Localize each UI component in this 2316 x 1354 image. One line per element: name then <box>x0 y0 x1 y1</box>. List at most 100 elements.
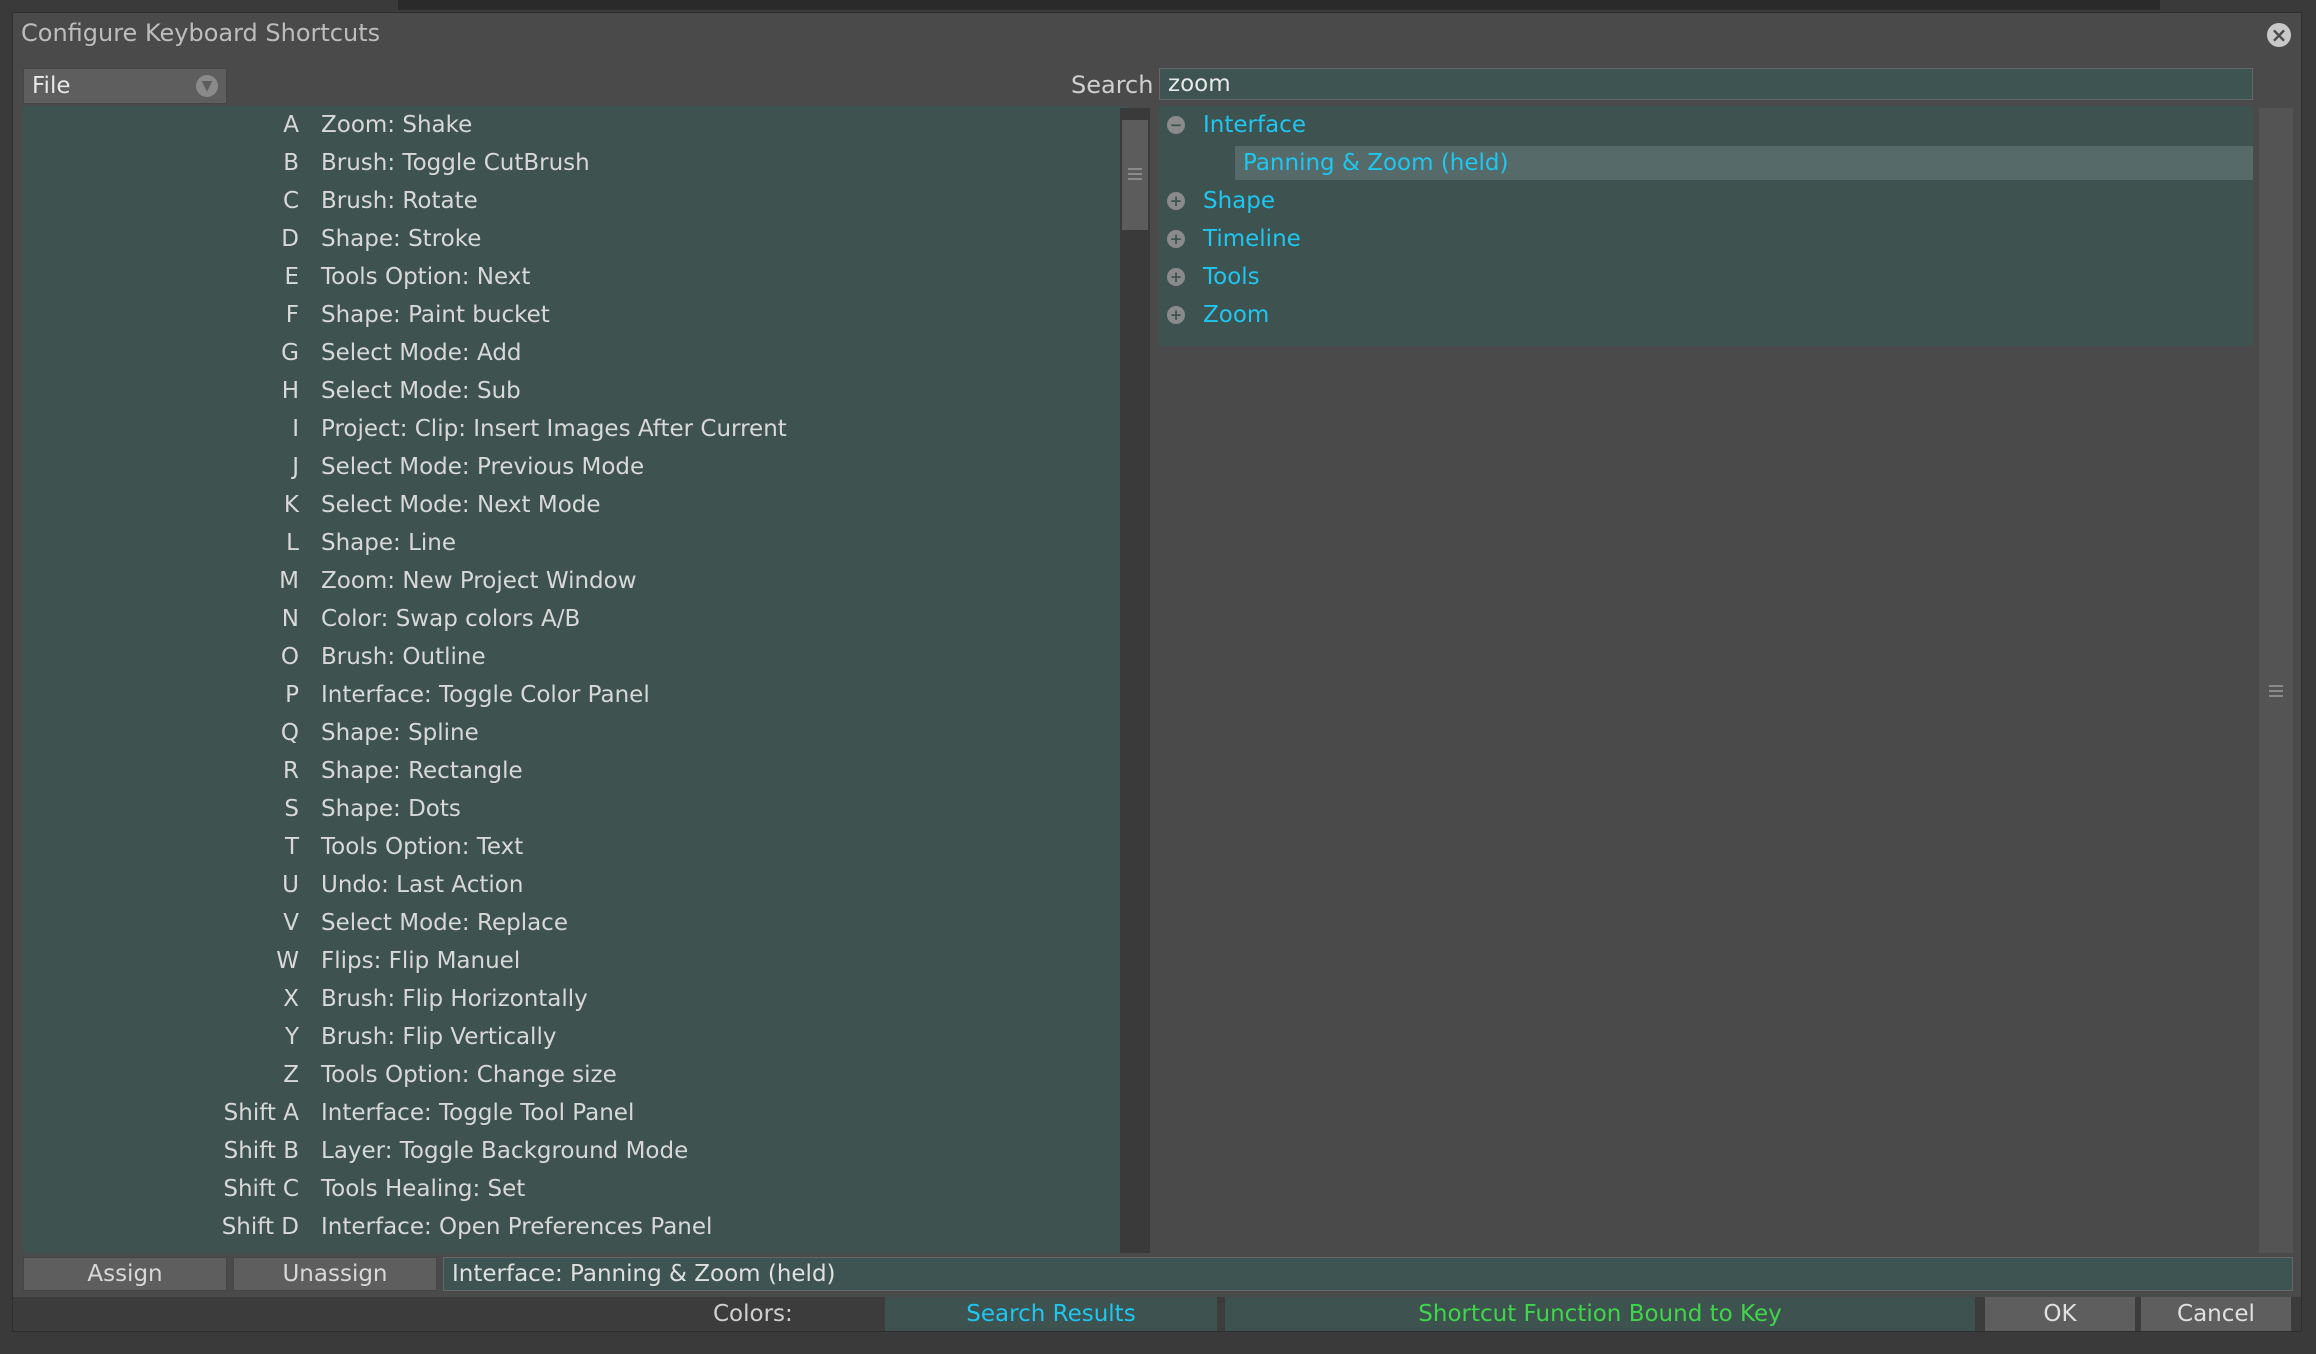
collapse-icon[interactable]: − <box>1167 116 1185 134</box>
shortcut-row[interactable]: I Project: Clip: Insert Images After Curr… <box>23 410 1129 448</box>
shortcut-function: Flips: Flip Manuel <box>321 948 521 974</box>
expand-icon[interactable]: + <box>1167 230 1185 248</box>
search-results-swatch: Search Results <box>885 1297 1217 1331</box>
shortcut-function: Shape: Rectangle <box>321 758 523 784</box>
shortcut-row[interactable]: L Shape: Line <box>23 524 1129 562</box>
shortcut-function: Tools Option: Text <box>321 834 524 860</box>
scrollbar-thumb[interactable] <box>1122 120 1148 230</box>
shortcut-function: Shape: Dots <box>321 796 461 822</box>
shortcut-row[interactable]: J Select Mode: Previous Mode <box>23 448 1129 486</box>
shortcut-function: Select Mode: Sub <box>321 378 521 404</box>
shortcut-key: V <box>283 910 299 936</box>
shortcut-row[interactable]: Shift D Interface: Open Preferences Panel <box>23 1208 1129 1246</box>
shortcut-row[interactable]: C Brush: Rotate <box>23 182 1129 220</box>
shortcut-key: A <box>283 112 299 138</box>
shortcut-row[interactable]: E Tools Option: Next <box>23 258 1129 296</box>
shortcut-function: Select Mode: Next Mode <box>321 492 601 518</box>
shortcut-function: Shape: Line <box>321 530 457 556</box>
tree-item[interactable]: Panning & Zoom (held) <box>1159 144 2253 182</box>
unassign-button[interactable]: Unassign <box>233 1257 437 1291</box>
grip-icon <box>1128 173 1142 175</box>
shortcut-function: Brush: Flip Vertically <box>321 1024 557 1050</box>
assign-button[interactable]: Assign <box>23 1257 227 1291</box>
shortcut-row[interactable]: Shift A Interface: Toggle Tool Panel <box>23 1094 1129 1132</box>
tree-category[interactable]: − Interface <box>1159 106 2253 144</box>
shortcut-function: Brush: Outline <box>321 644 486 670</box>
search-label: Search <box>1071 71 1154 99</box>
ok-button[interactable]: OK <box>1985 1297 2135 1331</box>
cancel-button[interactable]: Cancel <box>2141 1297 2291 1331</box>
shortcut-row[interactable]: M Zoom: New Project Window <box>23 562 1129 600</box>
search-input[interactable] <box>1159 68 2253 100</box>
shortcut-row[interactable]: D Shape: Stroke <box>23 220 1129 258</box>
expand-icon[interactable]: + <box>1167 306 1185 324</box>
shortcut-row[interactable]: V Select Mode: Replace <box>23 904 1129 942</box>
shortcut-function: Project: Clip: Insert Images After Curre… <box>321 416 787 442</box>
tree-label: Zoom <box>1203 302 1270 328</box>
shortcut-key: O <box>280 644 299 670</box>
tree-category[interactable]: + Timeline <box>1159 220 2253 258</box>
shortcut-row[interactable]: Z Tools Option: Change size <box>23 1056 1129 1094</box>
shortcut-row[interactable]: U Undo: Last Action <box>23 866 1129 904</box>
shortcut-function: Color: Swap colors A/B <box>321 606 581 632</box>
shortcut-row[interactable]: H Select Mode: Sub <box>23 372 1129 410</box>
expand-icon[interactable]: + <box>1167 268 1185 286</box>
bound-key-swatch: Shortcut Function Bound to Key <box>1225 1297 1975 1331</box>
shortcut-row[interactable]: P Interface: Toggle Color Panel <box>23 676 1129 714</box>
shortcut-function: Select Mode: Previous Mode <box>321 454 645 480</box>
shortcut-function: Brush: Flip Horizontally <box>321 986 588 1012</box>
shortcut-row[interactable]: T Tools Option: Text <box>23 828 1129 866</box>
shortcut-function: Undo: Last Action <box>321 872 524 898</box>
shortcut-row[interactable]: O Brush: Outline <box>23 638 1129 676</box>
shortcut-list: A Zoom: Shake B Brush: Toggle CutBrush C Brus… <box>23 106 1129 1253</box>
shortcut-row[interactable]: F Shape: Paint bucket <box>23 296 1129 334</box>
shortcut-row[interactable]: Shift C Tools Healing: Set <box>23 1170 1129 1208</box>
shortcut-function: Tools Option: Change size <box>321 1062 617 1088</box>
function-tree-scrollbar[interactable] <box>2259 108 2293 1253</box>
tree-label: Shape <box>1203 188 1276 214</box>
category-dropdown-value: File <box>32 73 71 99</box>
shortcut-function: Brush: Toggle CutBrush <box>321 150 590 176</box>
shortcut-row[interactable]: Q Shape: Spline <box>23 714 1129 752</box>
shortcut-function: Interface: Open Preferences Panel <box>321 1214 713 1240</box>
shortcut-key: Shift A <box>223 1100 299 1126</box>
close-icon[interactable]: × <box>2267 23 2291 47</box>
shortcut-row[interactable]: Y Brush: Flip Vertically <box>23 1018 1129 1056</box>
tree-category[interactable]: + Tools <box>1159 258 2253 296</box>
shortcut-row[interactable]: G Select Mode: Add <box>23 334 1129 372</box>
background-strip <box>398 0 2160 10</box>
category-dropdown[interactable]: File ▼ <box>23 68 227 104</box>
shortcut-row[interactable]: X Brush: Flip Horizontally <box>23 980 1129 1018</box>
shortcut-function: Interface: Toggle Color Panel <box>321 682 650 708</box>
shortcut-key: Y <box>284 1024 299 1050</box>
shortcut-row[interactable]: A Zoom: Shake <box>23 106 1129 144</box>
shortcut-row[interactable]: K Select Mode: Next Mode <box>23 486 1129 524</box>
shortcut-function: Select Mode: Replace <box>321 910 568 936</box>
shortcut-key: X <box>283 986 299 1012</box>
shortcut-row[interactable]: Shift B Layer: Toggle Background Mode <box>23 1132 1129 1170</box>
shortcut-row[interactable]: W Flips: Flip Manuel <box>23 942 1129 980</box>
shortcut-function: Select Mode: Add <box>321 340 522 366</box>
shortcut-key: P <box>285 682 299 708</box>
expand-icon[interactable]: + <box>1167 192 1185 210</box>
shortcut-key: K <box>283 492 299 518</box>
shortcut-function: Layer: Toggle Background Mode <box>321 1138 689 1164</box>
shortcut-row[interactable]: R Shape: Rectangle <box>23 752 1129 790</box>
tree-label: Interface <box>1203 112 1306 138</box>
shortcut-key: G <box>281 340 299 366</box>
assigned-function-field: Interface: Panning & Zoom (held) <box>443 1257 2293 1291</box>
grip-icon <box>2269 690 2283 692</box>
shortcut-key: Shift D <box>221 1214 299 1240</box>
shortcut-row[interactable]: N Color: Swap colors A/B <box>23 600 1129 638</box>
shortcut-key: D <box>281 226 299 252</box>
shortcut-row[interactable]: S Shape: Dots <box>23 790 1129 828</box>
shortcut-list-scrollbar[interactable] <box>1120 108 1150 1253</box>
shortcut-key: S <box>284 796 299 822</box>
tree-category[interactable]: + Zoom <box>1159 296 2253 334</box>
shortcut-row[interactable]: B Brush: Toggle CutBrush <box>23 144 1129 182</box>
shortcut-key: J <box>292 454 299 480</box>
shortcut-function: Shape: Paint bucket <box>321 302 550 328</box>
grip-icon <box>2269 695 2283 697</box>
chevron-down-icon: ▼ <box>196 75 218 97</box>
tree-category[interactable]: + Shape <box>1159 182 2253 220</box>
